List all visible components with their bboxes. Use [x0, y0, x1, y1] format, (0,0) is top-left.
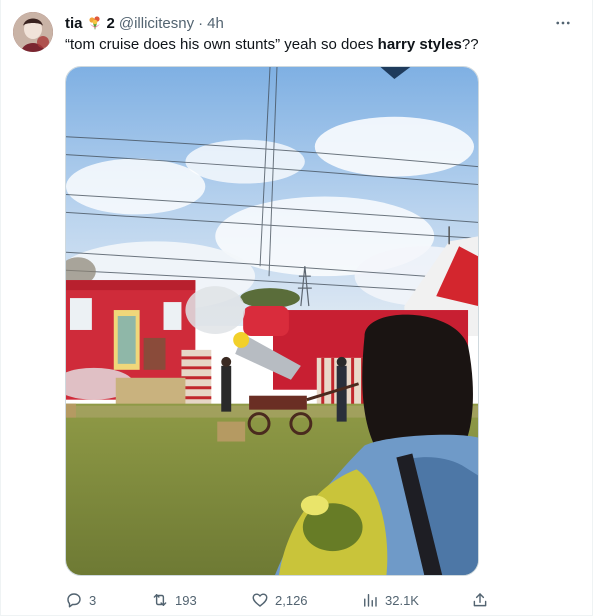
reply-icon [67, 593, 81, 608]
display-name-suffix: 2 [106, 14, 115, 32]
retweet-button[interactable]: 193 [151, 588, 197, 612]
avatar[interactable] [13, 12, 53, 52]
retweet-icon [153, 594, 167, 606]
views-chart-icon [364, 594, 377, 607]
share-button[interactable] [471, 588, 489, 612]
heart-icon [252, 593, 268, 607]
bouquet-icon [87, 15, 103, 31]
tweet-photo[interactable] [65, 66, 479, 576]
like-count: 2,126 [275, 592, 308, 608]
timestamp[interactable]: 4h [207, 15, 224, 32]
like-button[interactable]: 2,126 [251, 588, 308, 612]
tweet-text-end: ?? [461, 36, 479, 53]
user-handle[interactable]: @illicitesny [119, 15, 194, 32]
tweet-card[interactable]: tia 2 @illicitesny · 4h “tom cruise does… [0, 0, 593, 616]
separator-dot: · [198, 14, 204, 32]
views-count: 32.1K [385, 592, 419, 608]
action-bar: 3 193 2,126 32.1K [65, 588, 495, 612]
tweet-text-part: “tom cruise does his own stunts” yeah so… [65, 36, 378, 53]
tweet-text-bold: harry styles [377, 36, 462, 53]
views-button[interactable]: 32.1K [361, 588, 419, 612]
reply-button[interactable]: 3 [65, 588, 96, 612]
more-options-button[interactable] [552, 12, 574, 34]
more-dots-icon [556, 21, 570, 25]
display-name[interactable]: tia [65, 15, 83, 32]
tweet-text: “tom cruise does his own stunts” yeah so… [65, 35, 479, 55]
share-icon [473, 593, 487, 607]
retweet-count: 193 [175, 592, 197, 608]
reply-count: 3 [89, 592, 97, 608]
tweet-header: tia 2 @illicitesny · 4h [65, 13, 224, 33]
